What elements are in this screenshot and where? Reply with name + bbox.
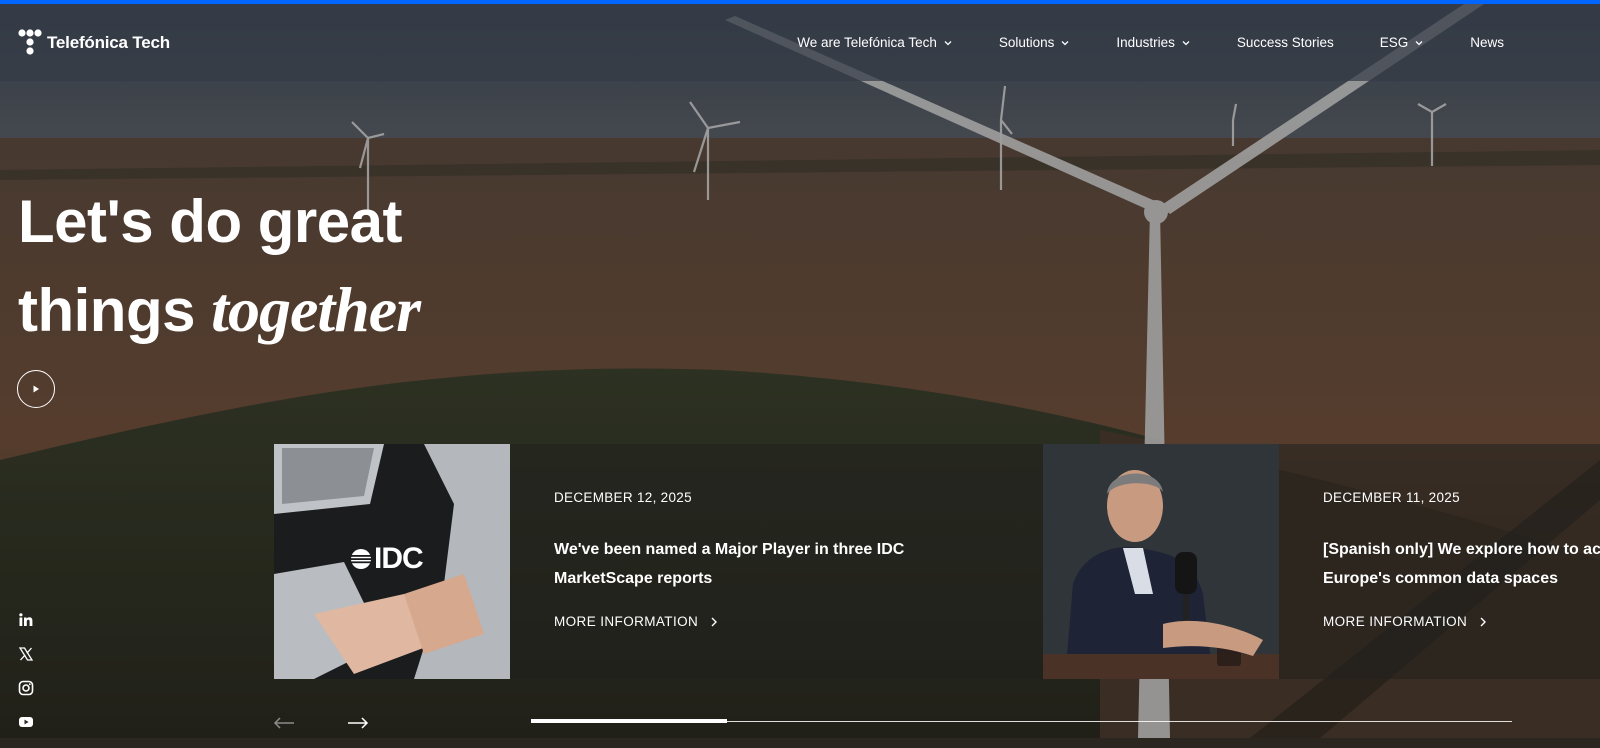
nav-industries[interactable]: Industries [1116,35,1191,50]
site-header: Telefónica Tech We are Telefónica Tech S… [0,4,1600,81]
interview-photo [1043,444,1279,679]
linkedin-icon[interactable] [18,612,34,628]
chevron-down-icon [944,40,952,45]
idc-globe-icon [351,549,371,569]
chevron-down-icon [1061,40,1069,45]
hero-headline: Let's do great things together [18,178,421,355]
play-video-button[interactable] [17,370,55,408]
news-title-line: Europe's common data spaces [1323,570,1558,587]
headline-plain-word: things [18,277,195,344]
nav-label: ESG [1379,35,1409,50]
telefonica-logo-icon [18,29,42,55]
nav-success-stories[interactable]: Success Stories [1237,35,1334,50]
more-information-label: MORE INFORMATION [554,614,699,629]
nav-label: Solutions [998,35,1055,50]
news-card[interactable]: DECEMBER 11, 2025 [Spanish only] We expl… [1043,444,1600,679]
headline-line-1: Let's do great [18,188,403,255]
headline-line-2: things together [18,266,421,355]
social-links [18,612,34,748]
nav-label: Success Stories [1236,35,1334,50]
nav-news[interactable]: News [1470,35,1504,50]
nav-label: Industries [1116,35,1175,50]
instagram-icon[interactable] [18,680,34,696]
nav-solutions[interactable]: Solutions [999,35,1071,50]
news-card-image: IDC [274,444,510,679]
more-information-label: MORE INFORMATION [1323,614,1468,629]
more-information-link[interactable]: MORE INFORMATION [554,614,718,629]
news-title-line: MarketScape reports [554,570,713,587]
carousel-progress-fill [531,719,727,723]
chevron-right-icon [711,617,718,626]
more-information-link[interactable]: MORE INFORMATION [1323,614,1487,629]
arrow-right-icon[interactable] [347,716,369,730]
chevron-down-icon [1415,40,1423,45]
idc-logo-text: IDC [374,542,424,575]
headline-italic-word: together [211,274,421,345]
news-title-line: [Spanish only] We explore how to ac [1323,541,1600,558]
idc-logo: IDC [350,542,424,576]
news-card[interactable]: IDC DECEMBER 12, 2025 We've been named a… [274,444,974,679]
nav-esg[interactable]: ESG [1380,35,1425,50]
news-date: DECEMBER 11, 2025 [1323,490,1460,505]
logo-text: Telefónica Tech [47,33,170,52]
chevron-down-icon [1182,40,1190,45]
main-nav: We are Telefónica Tech Solutions Industr… [751,4,1504,81]
logo[interactable]: Telefónica Tech [16,28,170,58]
nav-label: We are Telefónica Tech [797,35,937,50]
x-icon[interactable] [18,646,34,662]
news-title-line: We've been named a Major Player in three… [554,541,905,558]
chevron-right-icon [1480,617,1487,626]
nav-we-are-telefonica-tech[interactable]: We are Telefónica Tech [797,35,953,50]
nav-label: News [1470,35,1504,50]
news-title[interactable]: We've been named a Major Player in three… [554,535,934,593]
news-card-image [1043,444,1279,679]
arrow-left-icon[interactable] [273,716,295,730]
news-title[interactable]: [Spanish only] We explore how to ac Euro… [1323,535,1600,593]
play-icon [33,385,39,393]
news-date: DECEMBER 12, 2025 [554,490,692,505]
top-accent-bar [0,0,1600,4]
youtube-icon[interactable] [18,714,34,730]
